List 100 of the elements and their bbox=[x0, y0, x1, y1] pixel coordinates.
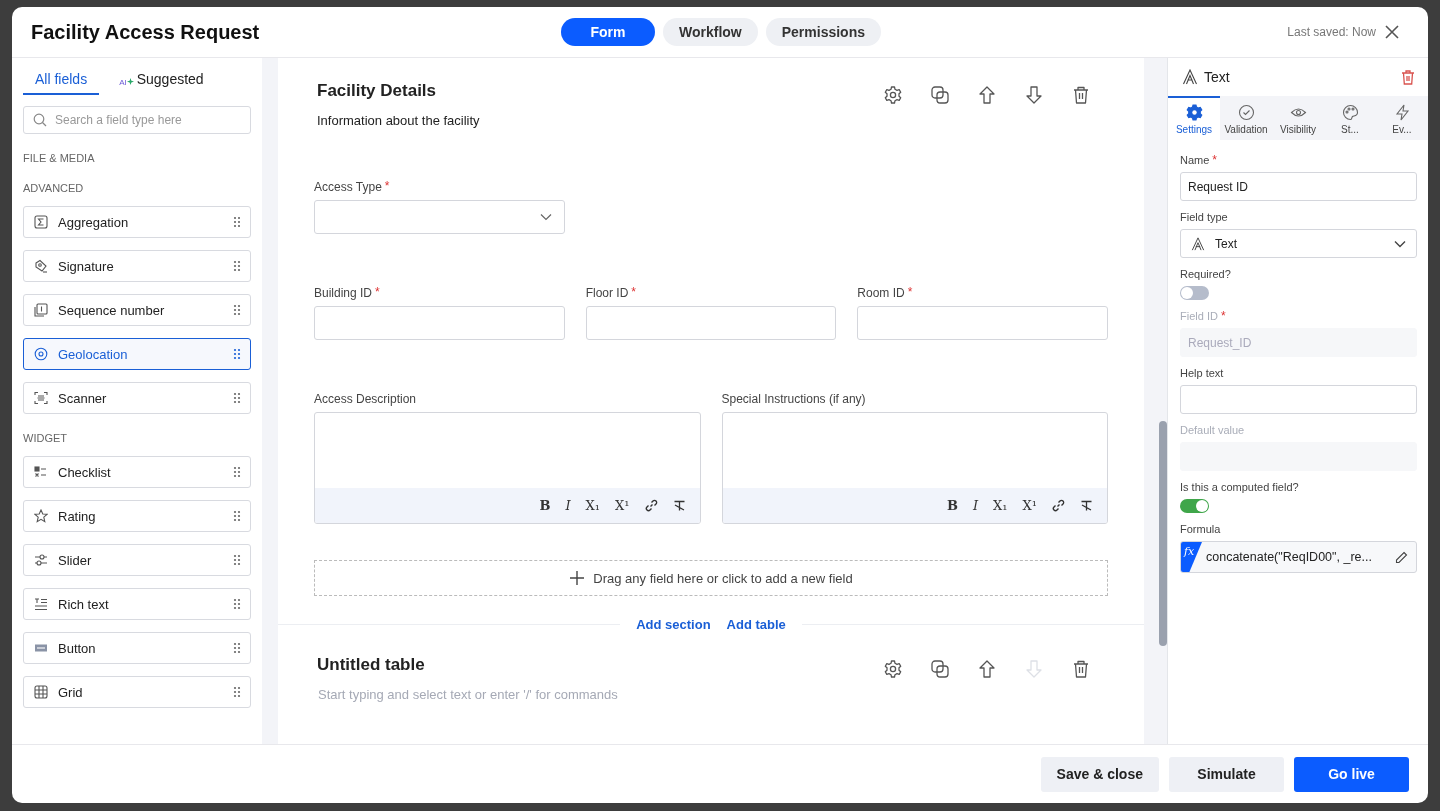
duplicate-icon[interactable] bbox=[930, 659, 950, 679]
bold-format-button[interactable]: B bbox=[539, 498, 551, 513]
property-label: Formula bbox=[1180, 523, 1221, 535]
field-type-item[interactable]: Aggregation bbox=[23, 206, 251, 238]
toggle-switch[interactable] bbox=[1180, 499, 1209, 513]
clear-format-icon[interactable] bbox=[1080, 499, 1093, 512]
field-type-dropdown[interactable]: Text bbox=[1180, 229, 1417, 258]
location-icon bbox=[34, 347, 48, 361]
field-type-item[interactable]: Rich text bbox=[23, 588, 251, 620]
close-icon[interactable] bbox=[1384, 24, 1400, 40]
field-type-item[interactable]: Grid bbox=[23, 676, 251, 708]
link-icon[interactable] bbox=[644, 499, 658, 512]
drag-handle-icon[interactable] bbox=[233, 392, 241, 404]
drag-handle-icon[interactable] bbox=[233, 598, 241, 610]
group-heading: FILE & MEDIA bbox=[23, 152, 96, 164]
text-input[interactable]: Request ID bbox=[1180, 172, 1417, 201]
toggle-switch[interactable] bbox=[1180, 286, 1209, 300]
section-title: Facility Details bbox=[317, 81, 438, 101]
field-type-item[interactable]: Button bbox=[23, 632, 251, 664]
drop-zone[interactable]: Drag any field here or click to add a new field bbox=[314, 560, 1108, 596]
search-field[interactable]: Search a field type here bbox=[23, 106, 251, 134]
group-heading: WIDGET bbox=[23, 432, 68, 444]
clear-format-icon[interactable] bbox=[672, 499, 686, 512]
drag-handle-icon[interactable] bbox=[233, 216, 241, 228]
field-type-item[interactable]: Signature bbox=[23, 250, 251, 282]
sub-format-button[interactable]: X₁ bbox=[585, 498, 601, 513]
sup-format-button[interactable]: X¹ bbox=[615, 498, 630, 513]
field-label: Room ID bbox=[857, 286, 905, 300]
rich-text-field[interactable]: B I X₁ X¹ bbox=[314, 412, 701, 524]
drag-handle-icon[interactable] bbox=[233, 642, 241, 654]
primary-button[interactable]: Go live bbox=[1294, 756, 1409, 792]
properties-tab[interactable]: Validation bbox=[1220, 96, 1272, 140]
drag-handle-icon[interactable] bbox=[233, 304, 241, 316]
scrollbar[interactable] bbox=[1144, 58, 1168, 744]
properties-tab[interactable]: Ev... bbox=[1376, 96, 1428, 140]
link-icon[interactable] bbox=[1052, 499, 1065, 512]
add-link[interactable]: Add table bbox=[726, 617, 786, 632]
text-field[interactable] bbox=[585, 306, 837, 340]
properties-tab[interactable]: Settings bbox=[1168, 96, 1220, 140]
text-field[interactable] bbox=[857, 306, 1108, 340]
properties-tab[interactable]: Visibility bbox=[1272, 96, 1324, 140]
sidebar-tab[interactable]: All fields bbox=[23, 71, 100, 95]
settings-icon[interactable] bbox=[883, 659, 903, 679]
text-input[interactable] bbox=[1180, 385, 1417, 414]
sup-format-button[interactable]: X¹ bbox=[1022, 498, 1037, 513]
sidebar-tab[interactable]: AI Suggested bbox=[117, 71, 206, 95]
drag-handle-icon[interactable] bbox=[233, 348, 241, 360]
drag-handle-icon[interactable] bbox=[233, 510, 241, 522]
drag-handle-icon[interactable] bbox=[233, 466, 241, 478]
properties-tab[interactable]: St... bbox=[1324, 96, 1376, 140]
grid-icon bbox=[34, 685, 48, 699]
property-label: Help text bbox=[1180, 367, 1224, 379]
arrow-up-icon[interactable] bbox=[977, 659, 997, 679]
text-type-icon bbox=[1191, 236, 1205, 251]
last-saved-text: Last saved: Now bbox=[1287, 25, 1376, 39]
field-type-item[interactable]: Checklist bbox=[23, 456, 251, 488]
field-type-item[interactable]: Rating bbox=[23, 500, 251, 532]
arrow-up-icon[interactable] bbox=[977, 85, 997, 105]
trash-icon[interactable] bbox=[1071, 85, 1091, 105]
trash-icon[interactable] bbox=[1400, 69, 1416, 85]
mode-tab[interactable]: Form bbox=[561, 18, 655, 46]
chevron-down-icon bbox=[539, 213, 552, 221]
pencil-icon[interactable] bbox=[1395, 550, 1408, 564]
chevron-down-icon bbox=[1394, 239, 1406, 248]
italic-format-button[interactable]: I bbox=[972, 498, 979, 513]
field-type-item[interactable]: Sequence number bbox=[23, 294, 251, 326]
arrow-down-icon[interactable] bbox=[1024, 85, 1044, 105]
drag-handle-icon[interactable] bbox=[233, 686, 241, 698]
secondary-button[interactable]: Simulate bbox=[1169, 756, 1284, 792]
signature-icon bbox=[34, 259, 48, 273]
drag-handle-icon[interactable] bbox=[233, 260, 241, 272]
mode-tab[interactable]: Permissions bbox=[765, 18, 881, 46]
secondary-button[interactable]: Save & close bbox=[1040, 756, 1159, 792]
trash-icon[interactable] bbox=[1071, 659, 1091, 679]
formula-field[interactable]: fx concatenate("ReqID00", _re... bbox=[1180, 541, 1417, 573]
property-label: Name bbox=[1180, 154, 1210, 166]
richtext-icon bbox=[34, 597, 48, 611]
drag-handle-icon[interactable] bbox=[233, 554, 241, 566]
field-label: Access Description bbox=[314, 392, 417, 406]
field-type-item[interactable]: Slider bbox=[23, 544, 251, 576]
settings-icon[interactable] bbox=[883, 85, 903, 105]
sigma-icon bbox=[34, 215, 48, 229]
duplicate-icon[interactable] bbox=[930, 85, 950, 105]
section-title: Untitled table bbox=[317, 655, 426, 675]
panel-title: Text bbox=[1204, 69, 1231, 85]
rich-text-field[interactable]: B I X₁ X¹ bbox=[721, 412, 1108, 524]
required-mark: * bbox=[631, 286, 636, 298]
bold-format-button[interactable]: B bbox=[946, 498, 958, 513]
field-label: Special Instructions (if any) bbox=[721, 392, 866, 406]
italic-format-button[interactable]: I bbox=[565, 498, 571, 513]
dropdown-field[interactable] bbox=[314, 200, 565, 234]
required-mark: * bbox=[384, 180, 390, 192]
field-type-item[interactable]: Geolocation bbox=[23, 338, 251, 370]
text-field[interactable] bbox=[314, 306, 565, 340]
sub-format-button[interactable]: X₁ bbox=[993, 498, 1008, 513]
required-mark: * bbox=[907, 286, 913, 298]
field-type-item[interactable]: Scanner bbox=[23, 382, 251, 414]
add-link[interactable]: Add section bbox=[636, 617, 711, 632]
field-label: Building ID bbox=[314, 286, 373, 300]
mode-tab[interactable]: Workflow bbox=[663, 18, 758, 46]
